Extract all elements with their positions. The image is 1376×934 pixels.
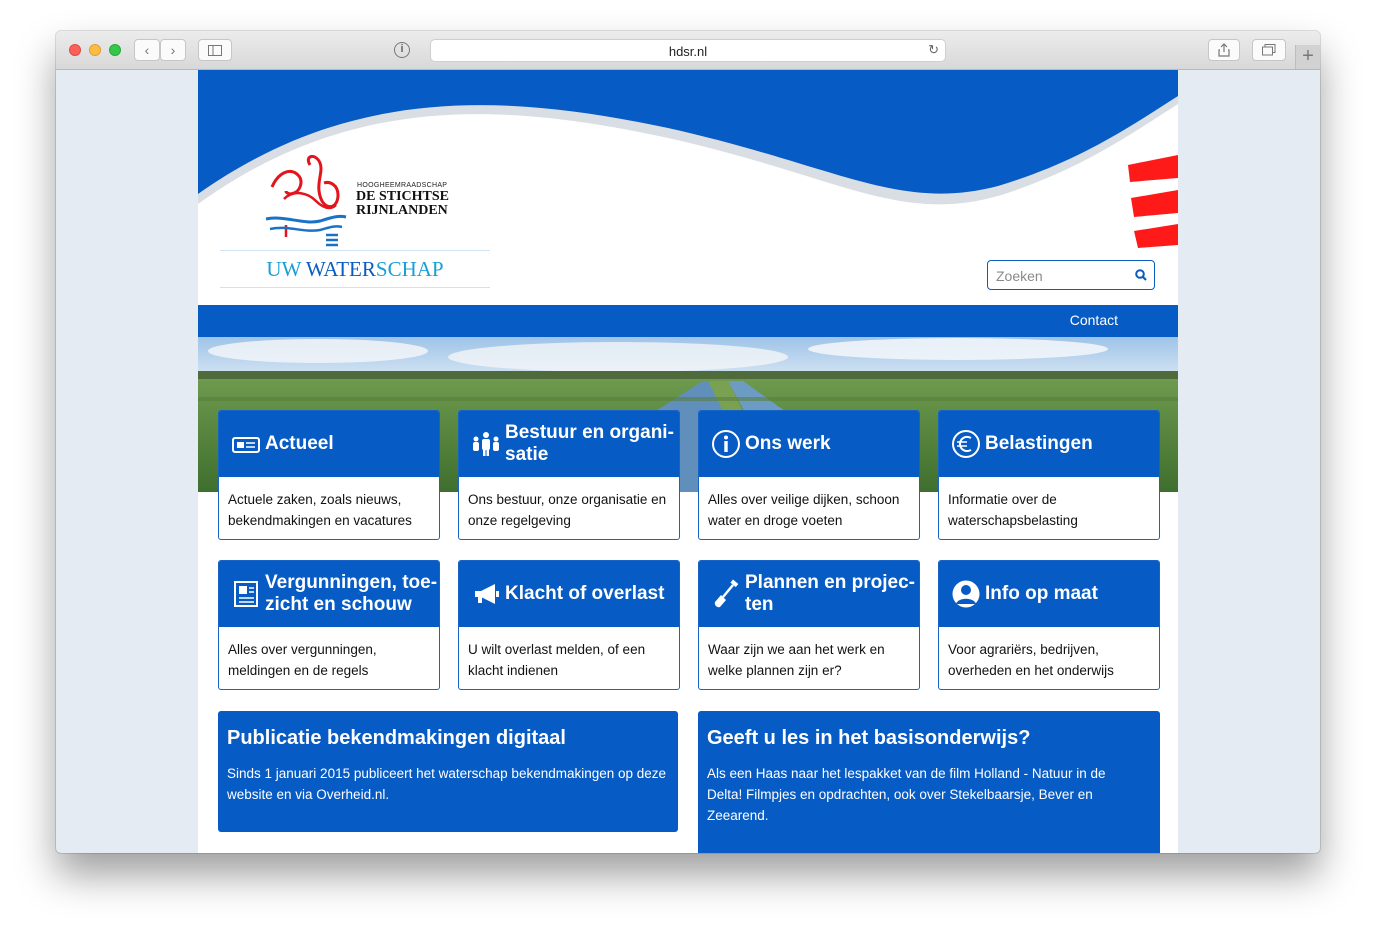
shovel-icon xyxy=(714,579,739,608)
zoom-window-button[interactable] xyxy=(109,44,121,56)
banner-title: Geeft u les in het basisonderwijs? xyxy=(707,727,1031,749)
sidebar-icon xyxy=(208,45,222,56)
tile-klacht-of-overlast[interactable]: Klacht of overlast U wilt overlast melde… xyxy=(458,560,680,690)
tile-description: Alles over veilige dijken, schoon water … xyxy=(708,492,900,528)
banner-text: Sinds 1 januari 2015 publiceert het wate… xyxy=(227,766,667,802)
tile-description: Alles over vergunningen, meldingen en de… xyxy=(228,642,377,678)
banner-publicatie-bekendmakingen[interactable]: Publicatie bekendmakingen digitaal Sinds… xyxy=(218,711,678,832)
tabs-icon xyxy=(1262,44,1276,56)
tile-description: Actuele zaken, zoals nieuws, bekendmakin… xyxy=(228,492,412,528)
tile-header: Actueel xyxy=(219,411,439,477)
tile-description: Informatie over de waterschapsbelasting xyxy=(948,492,1078,528)
tile-title: Actueel xyxy=(265,433,334,454)
browser-toolbar: ‹ › i hdsr.nl ↻ + xyxy=(56,31,1320,70)
divider-line xyxy=(220,287,490,288)
tagline-part3: SCHAP xyxy=(375,257,444,281)
main-nav-bar: Contact xyxy=(198,305,1178,337)
tile-title: Info op maat xyxy=(985,583,1098,604)
banner-title: Publicatie bekendmakingen digitaal xyxy=(227,727,566,749)
tile-header: Vergunningen, toe- zicht en schouw xyxy=(219,561,439,627)
plus-icon: + xyxy=(1302,45,1314,67)
info-icon xyxy=(712,430,740,458)
tile-title-line2: ten xyxy=(745,594,774,615)
tile-title: Bestuur en organi- satie xyxy=(505,422,674,466)
forward-button[interactable]: › xyxy=(160,39,186,61)
tile-bestuur-en-organisatie[interactable]: Bestuur en organi- satie Ons bestuur, on… xyxy=(458,410,680,540)
tile-ons-werk[interactable]: Ons werk Alles over veilige dijken, scho… xyxy=(698,410,920,540)
reload-icon[interactable]: ↻ xyxy=(928,42,939,58)
tile-header: Bestuur en organi- satie xyxy=(459,411,679,477)
tagline-part1: UW xyxy=(266,257,306,281)
site-info-icon[interactable]: i xyxy=(394,42,410,58)
tile-title-line2: zicht en schouw xyxy=(265,594,412,615)
organization-label-small: HOOGHEEMRAADSCHAP xyxy=(357,182,448,189)
search-icon[interactable] xyxy=(1135,269,1147,281)
red-stripes-graphic xyxy=(1128,155,1178,248)
megaphone-icon xyxy=(475,584,499,604)
sidebar-button[interactable] xyxy=(198,39,232,61)
contact-link[interactable]: Contact xyxy=(1070,312,1118,328)
tile-title: Vergunningen, toe- zicht en schouw xyxy=(265,572,437,616)
permit-document-icon xyxy=(234,581,258,607)
tile-description: Ons bestuur, onze organisatie en onze re… xyxy=(468,492,667,528)
tile-title-line1: Plannen en projec- xyxy=(745,572,915,593)
tile-header: Ons werk xyxy=(699,411,919,477)
chevron-right-icon: › xyxy=(170,42,176,58)
divider-line xyxy=(220,250,490,251)
organization-name-line2: RIJNLANDEN xyxy=(356,203,448,218)
new-tab-button[interactable]: + xyxy=(1295,45,1320,69)
tagline-part2: WATER xyxy=(305,257,376,281)
tile-header: Info op maat xyxy=(939,561,1159,627)
tile-info-op-maat[interactable]: Info op maat Voor agrariërs, bedrijven, … xyxy=(938,560,1160,690)
banner-text: Als een Haas naar het lespakket van de f… xyxy=(707,766,1106,823)
tile-title: Belastingen xyxy=(985,433,1093,454)
tile-header: Belastingen xyxy=(939,411,1159,477)
organization-name: DE STICHTSE RIJNLANDEN xyxy=(356,190,449,218)
tile-header: Klacht of overlast xyxy=(459,561,679,627)
tile-title-line1: Vergunningen, toe- xyxy=(265,572,438,593)
tile-actueel[interactable]: Actueel Actuele zaken, zoals nieuws, bek… xyxy=(218,410,440,540)
tile-title-line1: Bestuur en organi- xyxy=(505,422,674,443)
url-text: hdsr.nl xyxy=(668,44,708,59)
tile-belastingen[interactable]: Belastingen Informatie over de waterscha… xyxy=(938,410,1160,540)
tile-title-line2: satie xyxy=(505,444,549,465)
site-tagline[interactable]: UW WATERSCHAP xyxy=(220,257,490,282)
user-icon xyxy=(952,580,980,608)
swan-logo-icon xyxy=(265,155,347,247)
share-button[interactable] xyxy=(1208,39,1240,61)
tile-title: Ons werk xyxy=(745,433,831,454)
address-bar[interactable]: hdsr.nl ↻ xyxy=(430,39,946,62)
chevron-left-icon: ‹ xyxy=(144,42,150,58)
tile-title: Plannen en projec- ten xyxy=(745,572,915,616)
organization-name-line1: DE STICHTSE xyxy=(356,189,449,204)
tile-plannen-en-projecten[interactable]: Plannen en projec- ten Waar zijn we aan … xyxy=(698,560,920,690)
banner-basisonderwijs[interactable]: Geeft u les in het basisonderwijs? Als e… xyxy=(698,711,1160,853)
tile-vergunningen[interactable]: Vergunningen, toe- zicht en schouw Alles… xyxy=(218,560,440,690)
minimize-window-button[interactable] xyxy=(89,44,101,56)
back-button[interactable]: ‹ xyxy=(134,39,160,61)
newspaper-icon xyxy=(232,437,260,453)
people-icon xyxy=(473,432,499,456)
web-page: HOOGHEEMRAADSCHAP DE STICHTSE RIJNLANDEN… xyxy=(198,70,1178,853)
tabs-overview-button[interactable] xyxy=(1252,39,1286,61)
search-box xyxy=(987,260,1155,290)
share-icon xyxy=(1218,43,1230,57)
tile-header: Plannen en projec- ten xyxy=(699,561,919,627)
browser-window: ‹ › i hdsr.nl ↻ + HOOGHEEMRAADSCHAP DE S… xyxy=(56,31,1320,853)
search-input[interactable] xyxy=(994,264,1128,288)
tile-description: Voor agrariërs, bedrijven, overheden en … xyxy=(948,642,1114,678)
tile-description: Waar zijn we aan het werk en welke plann… xyxy=(708,642,885,678)
close-window-button[interactable] xyxy=(69,44,81,56)
euro-icon xyxy=(952,430,980,458)
tile-description: U wilt overlast melden, of een klacht in… xyxy=(468,642,646,678)
tile-title: Klacht of overlast xyxy=(505,583,665,604)
